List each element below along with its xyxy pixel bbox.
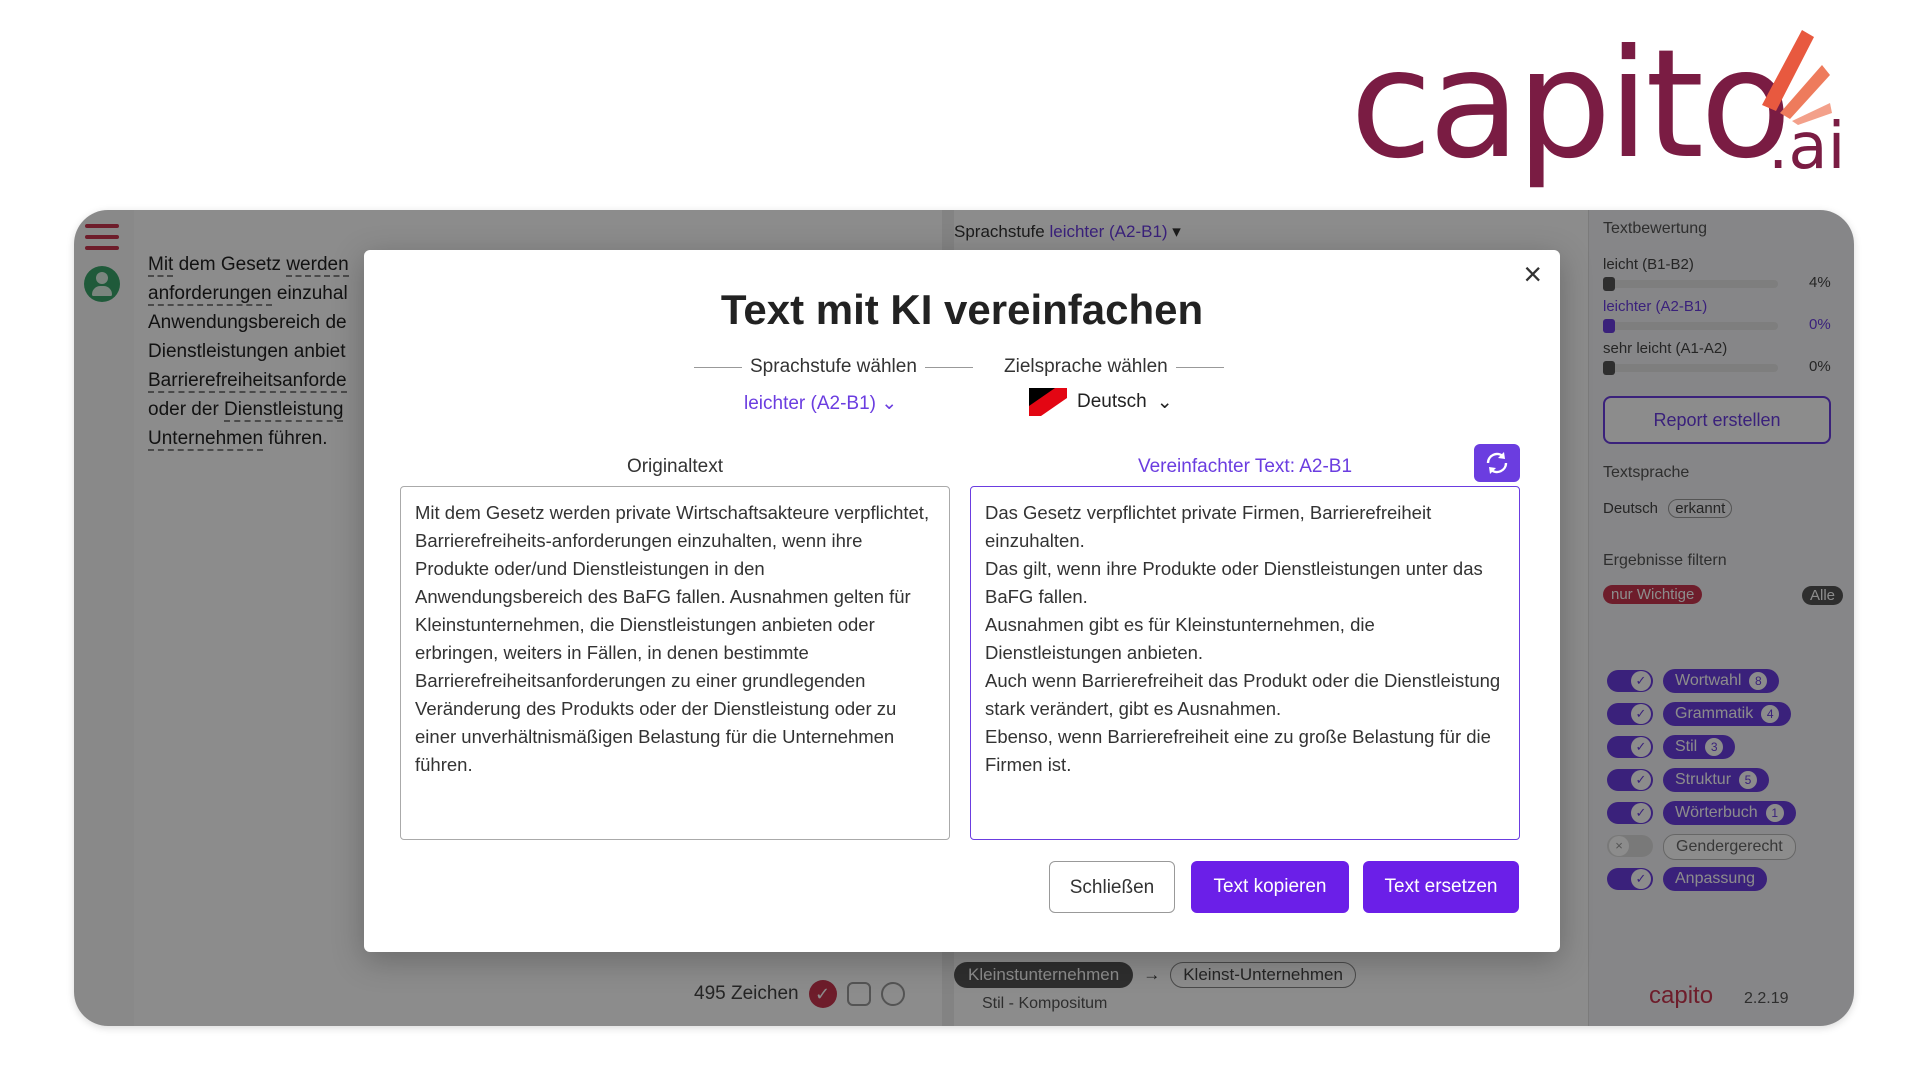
level-select[interactable]: leichter (A2-B1) ⌄ (744, 392, 897, 415)
close-button[interactable]: Schließen (1049, 861, 1175, 913)
refresh-icon (1486, 452, 1508, 474)
refresh-button[interactable] (1474, 444, 1520, 482)
replace-text-button[interactable]: Text ersetzen (1363, 861, 1519, 913)
language-select-value: Deutsch (1077, 391, 1147, 412)
copy-text-button[interactable]: Text kopieren (1191, 861, 1349, 913)
chevron-down-icon: ⌄ (1156, 391, 1173, 413)
logo-word: capito (1350, 18, 1792, 192)
language-option-label: Zielsprache wählen (1004, 356, 1232, 378)
chevron-down-icon: ⌄ (881, 393, 898, 414)
level-option-label: Sprachstufe wählen (686, 356, 981, 378)
original-textarea[interactable]: Mit dem Gesetz werden private Wirtschaft… (400, 486, 950, 840)
simplified-heading: Vereinfachter Text: A2-B1 (1137, 456, 1353, 477)
dialog-title: Text mit KI vereinfachen (720, 286, 1204, 333)
flag-icon (1029, 388, 1067, 416)
simplify-dialog: × Text mit KI vereinfachen Sprachstufe w… (364, 250, 1560, 952)
original-heading: Originaltext (626, 456, 724, 477)
simplified-textarea[interactable]: Das Gesetz verpflichtet private Firmen, … (970, 486, 1520, 840)
language-select[interactable]: Deutsch ⌄ (1029, 388, 1173, 416)
logo-suffix: .ai (1768, 110, 1846, 184)
capito-logo: capito .ai (1350, 20, 1850, 200)
level-select-value: leichter (A2-B1) (744, 393, 876, 414)
